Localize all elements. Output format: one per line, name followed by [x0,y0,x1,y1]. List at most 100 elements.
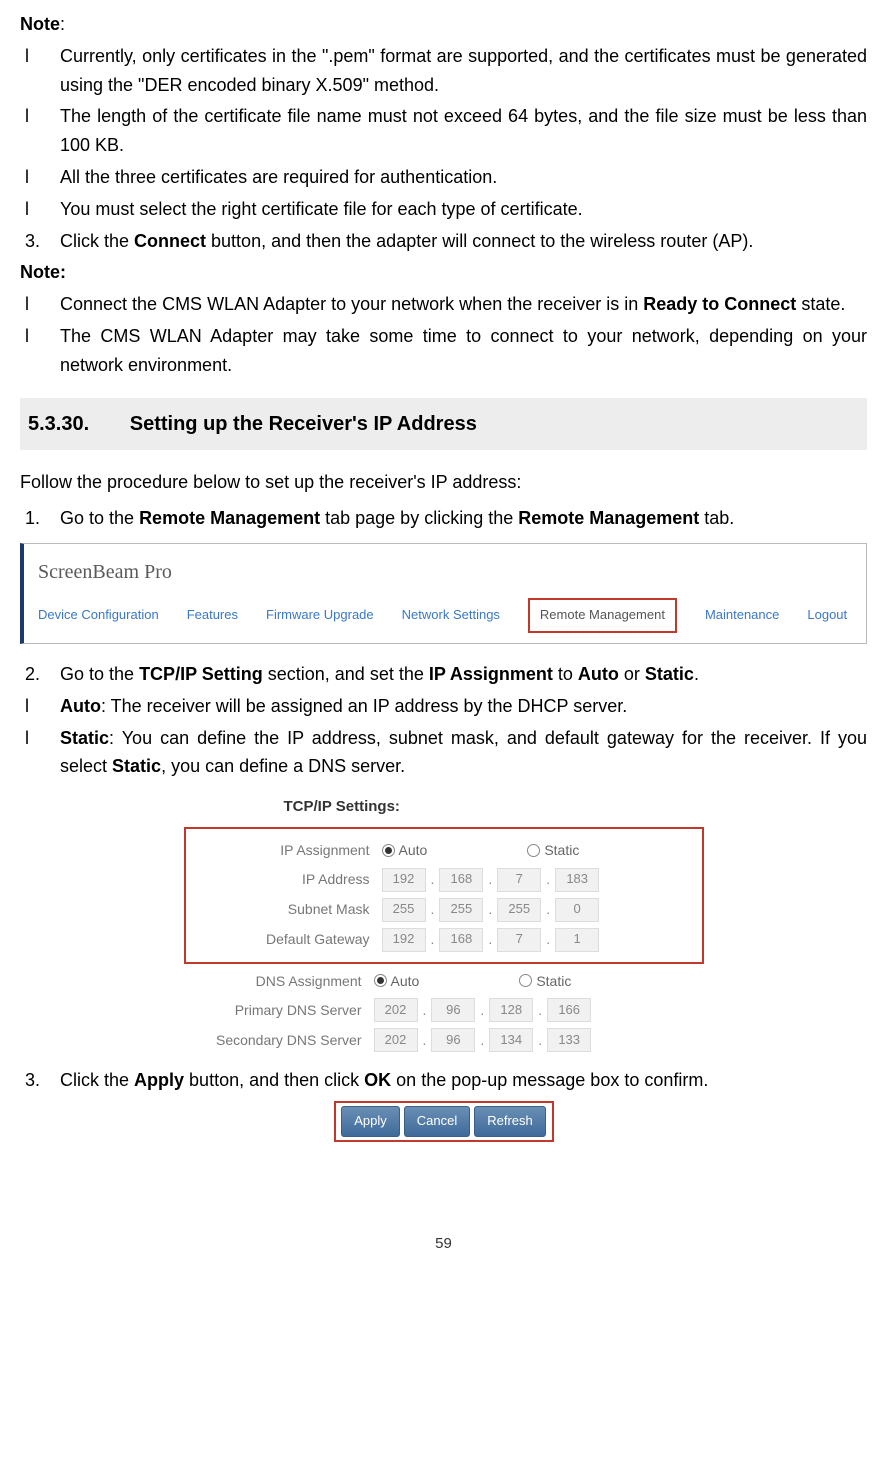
bullet-text: Auto: The receiver will be assigned an I… [60,692,867,721]
bullet-marker: l [20,322,60,380]
bullet-text: Currently, only certificates in the ".pe… [60,42,867,100]
row-secondary-dns: Secondary DNS Server 202. 96. 134. 133 [184,1028,704,1052]
step-number: 2. [20,660,60,689]
dns1-octet-input[interactable]: 96 [431,998,475,1022]
section-title: Setting up the Receiver's IP Address [130,413,477,435]
step-number: 3. [20,1066,60,1095]
tab-logout[interactable]: Logout [807,605,847,626]
dns2-octet-input[interactable]: 133 [547,1028,591,1052]
app-title: ScreenBeam Pro [38,556,852,588]
ip-octet-input[interactable]: 192 [382,868,426,892]
page-number: 59 [20,1232,867,1256]
radio-icon [382,844,395,857]
list-item: l You must select the right certificate … [20,195,867,224]
note-block-1: Note: [20,10,867,39]
note-label: Note: [20,258,867,287]
subnet-octet-input[interactable]: 255 [382,898,426,922]
label-default-gateway: Default Gateway [192,928,382,950]
dns1-octet-input[interactable]: 166 [547,998,591,1022]
tcpip-heading: TCP/IP Settings: [184,795,704,819]
tab-features[interactable]: Features [187,605,238,626]
section-header: 5.3.30. Setting up the Receiver's IP Add… [20,398,867,450]
radio-ip-auto[interactable]: Auto [382,839,428,861]
bullet-text: You must select the right certificate fi… [60,195,867,224]
dns1-octet-input[interactable]: 128 [489,998,533,1022]
bullet-text: Static: You can define the IP address, s… [60,724,867,782]
numbered-step: 1. Go to the Remote Management tab page … [20,504,867,533]
cancel-button[interactable]: Cancel [404,1106,470,1137]
step-text: Go to the TCP/IP Setting section, and se… [60,660,867,689]
radio-label: Static [544,839,579,861]
subnet-octet-input[interactable]: 0 [555,898,599,922]
label-ip-address: IP Address [192,868,382,890]
numbered-step: 3. Click the Connect button, and then th… [20,227,867,256]
step-number: 1. [20,504,60,533]
radio-dns-auto[interactable]: Auto [374,970,420,992]
bullet-marker: l [20,195,60,224]
radio-icon [527,844,540,857]
bullet-text: The length of the certificate file name … [60,102,867,160]
ip-octet-input[interactable]: 183 [555,868,599,892]
subnet-octet-input[interactable]: 255 [497,898,541,922]
note-label: Note [20,14,60,34]
step-number: 3. [20,227,60,256]
row-dns-assignment: DNS Assignment Auto Static [184,970,704,992]
dns2-octet-input[interactable]: 96 [431,1028,475,1052]
dns1-octet-input[interactable]: 202 [374,998,418,1022]
gateway-octet-input[interactable]: 192 [382,928,426,952]
refresh-button[interactable]: Refresh [474,1106,546,1137]
bullet-marker: l [20,692,60,721]
label-dns-assignment: DNS Assignment [184,970,374,992]
apply-button[interactable]: Apply [341,1106,400,1137]
list-item: l Static: You can define the IP address,… [20,724,867,782]
ip-octet-input[interactable]: 7 [497,868,541,892]
radio-label: Static [536,970,571,992]
gateway-octet-input[interactable]: 7 [497,928,541,952]
radio-icon [374,974,387,987]
radio-label: Auto [391,970,420,992]
tab-maintenance[interactable]: Maintenance [705,605,779,626]
dns2-octet-input[interactable]: 202 [374,1028,418,1052]
list-item: l The CMS WLAN Adapter may take some tim… [20,322,867,380]
subnet-octet-input[interactable]: 255 [439,898,483,922]
step-text: Go to the Remote Management tab page by … [60,504,867,533]
tab-firmware-upgrade[interactable]: Firmware Upgrade [266,605,374,626]
numbered-step: 3. Click the Apply button, and then clic… [20,1066,867,1095]
radio-ip-static[interactable]: Static [527,839,579,861]
tab-remote-management[interactable]: Remote Management [528,598,677,633]
tab-device-configuration[interactable]: Device Configuration [38,605,159,626]
radio-dns-static[interactable]: Static [519,970,571,992]
dns2-octet-input[interactable]: 134 [489,1028,533,1052]
list-item: l Auto: The receiver will be assigned an… [20,692,867,721]
numbered-step: 2. Go to the TCP/IP Setting section, and… [20,660,867,689]
list-item: l All the three certificates are require… [20,163,867,192]
bullet-marker: l [20,163,60,192]
radio-icon [519,974,532,987]
bullet-text: The CMS WLAN Adapter may take some time … [60,322,867,380]
label-primary-dns: Primary DNS Server [184,999,374,1021]
step-text: Click the Connect button, and then the a… [60,227,867,256]
step-text: Click the Apply button, and then click O… [60,1066,867,1095]
row-ip-address: IP Address 192. 168. 7. 183 [192,868,696,892]
bullet-marker: l [20,290,60,319]
gateway-octet-input[interactable]: 1 [555,928,599,952]
bullet-text: Connect the CMS WLAN Adapter to your net… [60,290,867,319]
tab-network-settings[interactable]: Network Settings [402,605,500,626]
bullet-marker: l [20,724,60,782]
screenshot-tabs: ScreenBeam Pro Device Configuration Feat… [20,543,867,644]
screenshot-tcpip: TCP/IP Settings: IP Assignment Auto Stat… [184,795,704,1052]
list-item: l Connect the CMS WLAN Adapter to your n… [20,290,867,319]
label-secondary-dns: Secondary DNS Server [184,1029,374,1051]
row-ip-assignment: IP Assignment Auto Static [192,839,696,861]
row-primary-dns: Primary DNS Server 202. 96. 128. 166 [184,998,704,1022]
list-item: l The length of the certificate file nam… [20,102,867,160]
gateway-octet-input[interactable]: 168 [439,928,483,952]
intro-paragraph: Follow the procedure below to set up the… [20,468,867,497]
section-number: 5.3.30. [28,408,89,440]
list-item: l Currently, only certificates in the ".… [20,42,867,100]
note-colon: : [60,14,65,34]
highlighted-box: IP Assignment Auto Static IP Address 192… [184,827,704,963]
bullet-text: All the three certificates are required … [60,163,867,192]
ip-octet-input[interactable]: 168 [439,868,483,892]
radio-label: Auto [399,839,428,861]
